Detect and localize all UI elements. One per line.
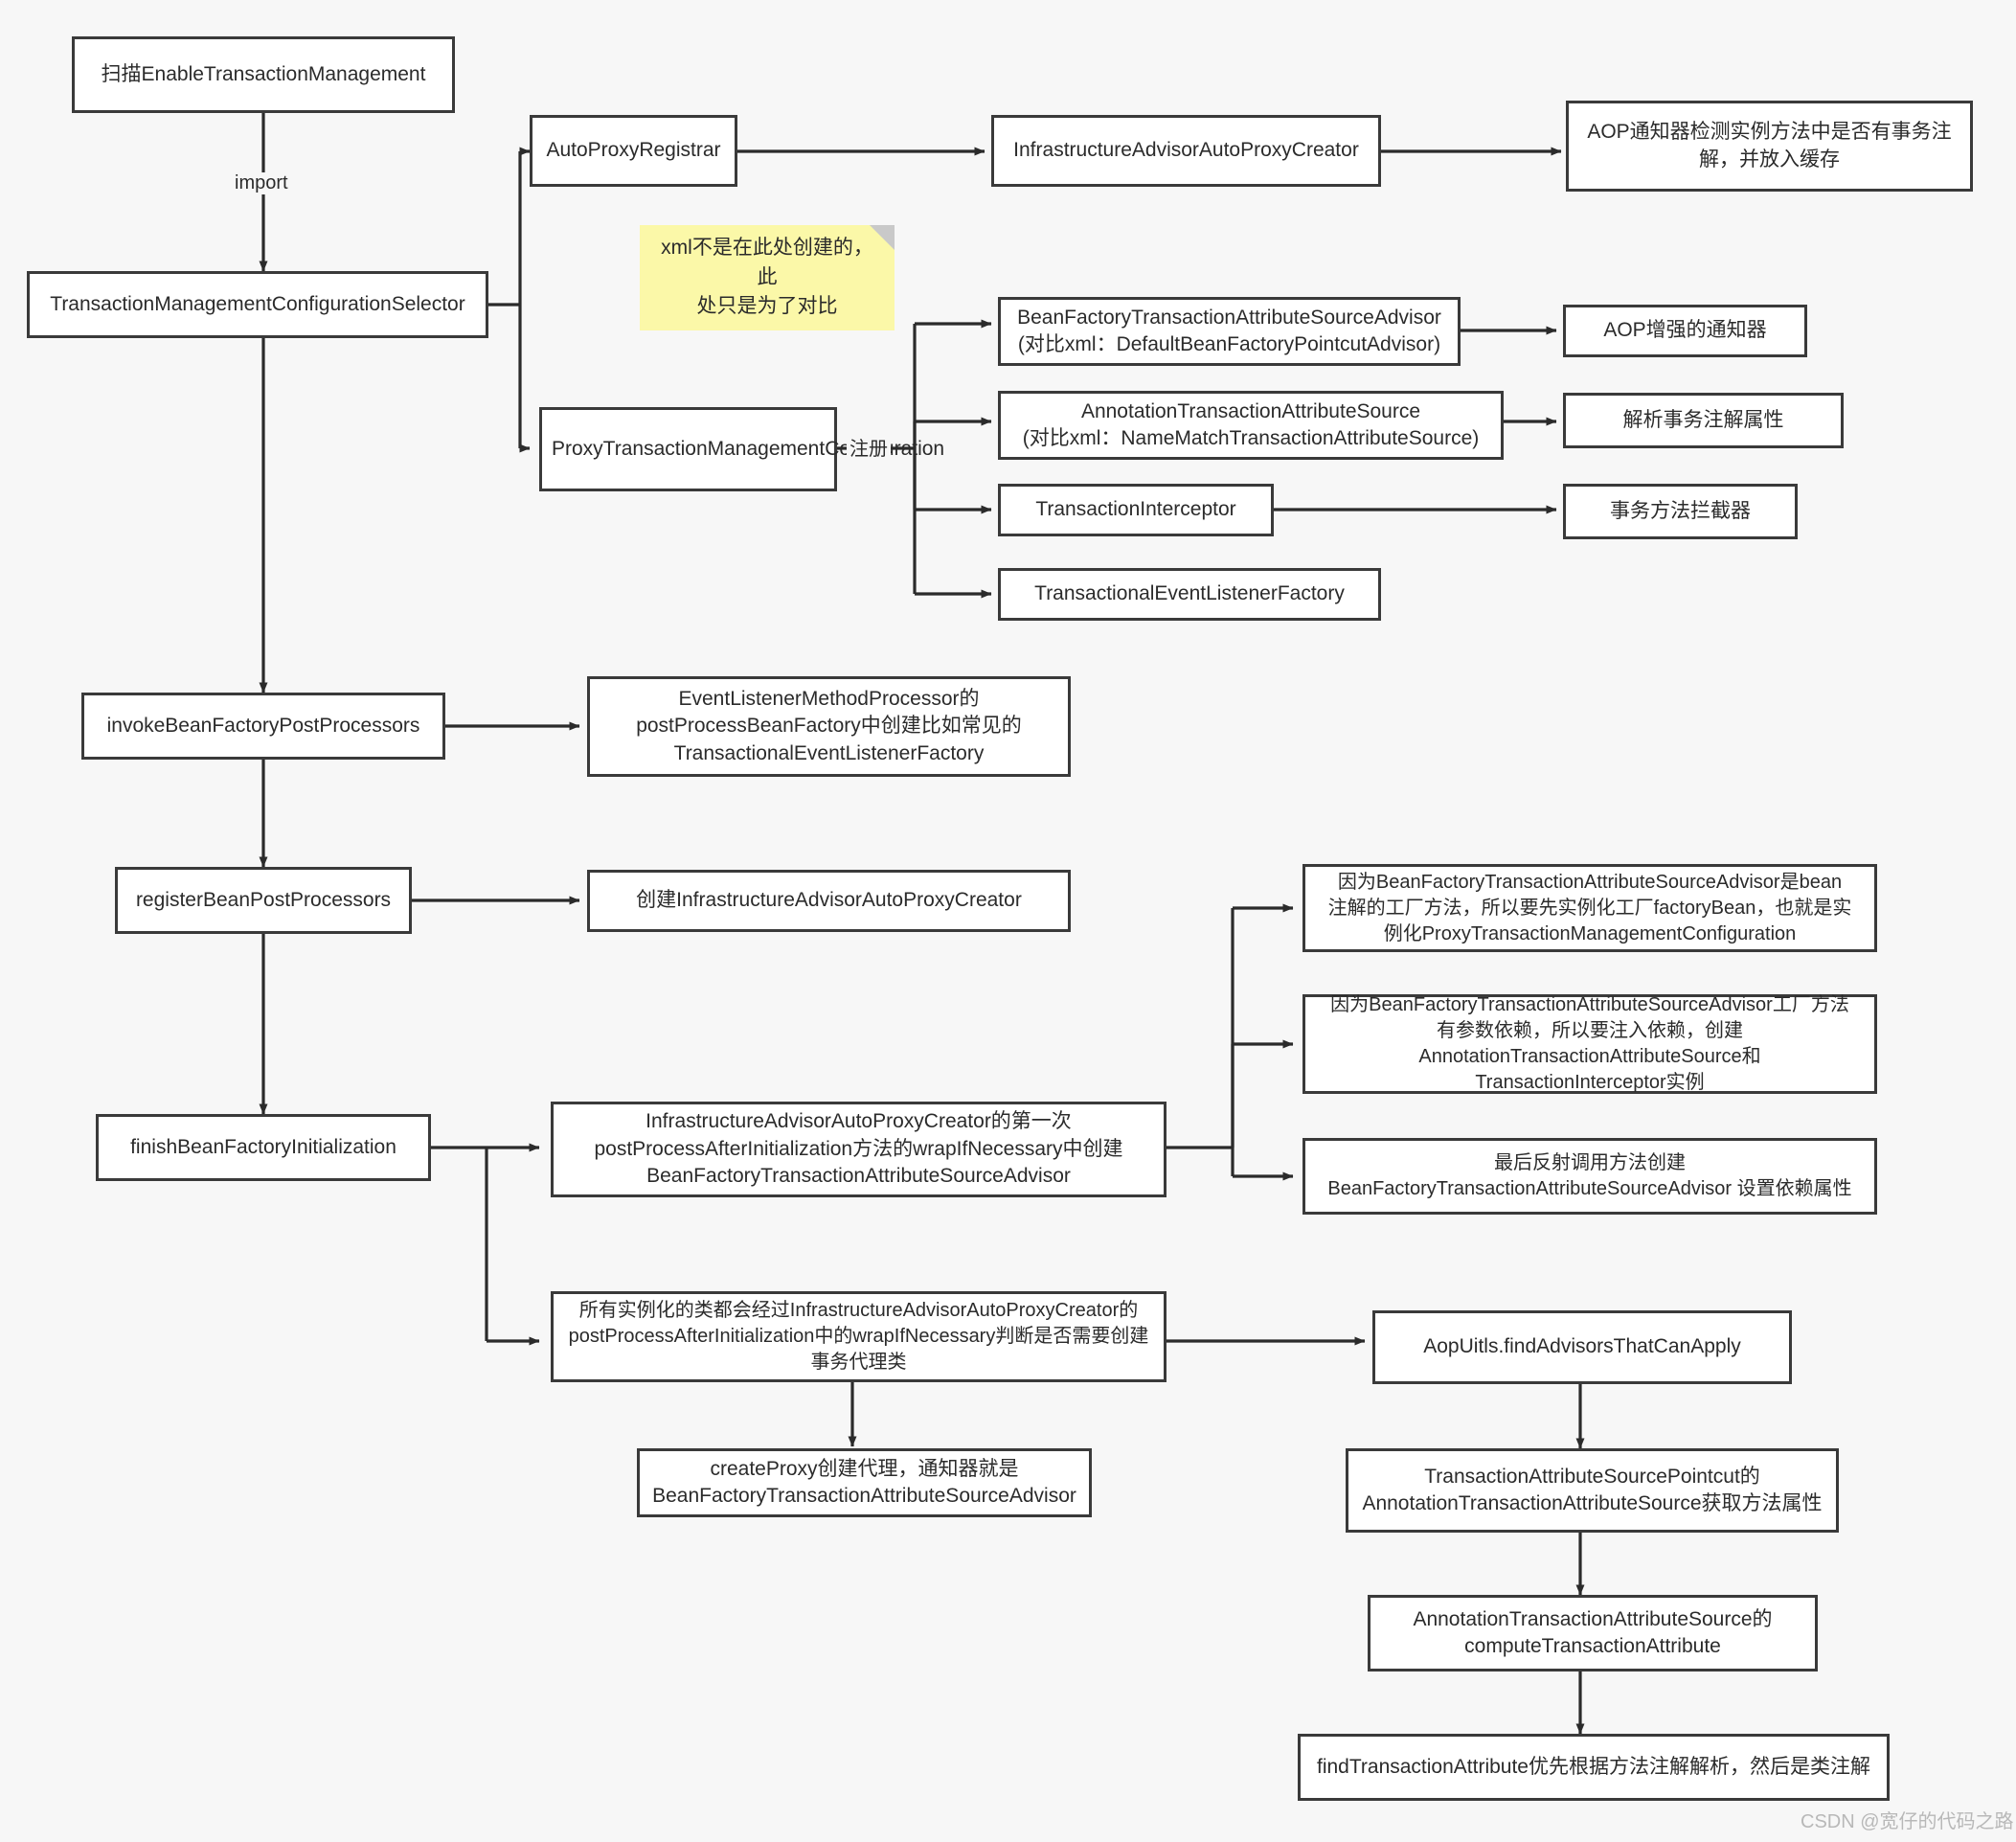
node-create-proxy[interactable]: createProxy创建代理，通知器就是 BeanFactoryTransact… — [637, 1448, 1092, 1517]
node-label: finishBeanFactoryInitialization — [130, 1135, 396, 1158]
node-find-transaction-attribute[interactable]: findTransactionAttribute优先根据方法注解解析，然后是类注… — [1298, 1734, 1890, 1801]
node-label: 事务方法拦截器 — [1610, 499, 1751, 522]
node-infrastructure-advisor-auto-proxy-creator[interactable]: InfrastructureAdvisorAutoProxyCreator — [991, 115, 1381, 187]
node-aop-enhanced-advisor[interactable]: AOP增强的通知器 — [1563, 305, 1807, 357]
node-transaction-attribute-source-pointcut[interactable]: TransactionAttributeSourcePointcut的 Annot… — [1346, 1448, 1839, 1533]
node-transaction-method-interceptor[interactable]: 事务方法拦截器 — [1563, 484, 1798, 539]
edge-label-import: import — [232, 172, 291, 194]
node-label: InfrastructureAdvisorAutoProxyCreator — [1013, 139, 1359, 162]
node-parse-transaction-annotation-attributes[interactable]: 解析事务注解属性 — [1563, 393, 1844, 448]
node-label: AOP通知器检测实例方法中是否有事务注解，并放入缓存 — [1587, 121, 1952, 171]
csdn-watermark: CSDN @宽仔的代码之路 — [1801, 1811, 2014, 1832]
node-label: TransactionManagementConfigurationSelect… — [50, 292, 465, 315]
node-event-listener-method-processor[interactable]: EventListenerMethodProcessor的 postProcess… — [587, 676, 1071, 777]
node-label: 最后反射调用方法创建 BeanFactoryTransactionAttribut… — [1327, 1152, 1852, 1199]
node-label: ProxyTransactionManagementConfiguration — [552, 437, 945, 460]
node-finish-bean-factory-initialization[interactable]: finishBeanFactoryInitialization — [96, 1114, 431, 1181]
node-create-infrastructure-advisor-auto-proxy-creator[interactable]: 创建InfrastructureAdvisorAutoProxyCreator — [587, 870, 1071, 932]
node-label: TransactionAttributeSourcePointcut的 Annot… — [1362, 1465, 1823, 1514]
node-label: TransactionInterceptor — [1035, 498, 1236, 521]
node-label: TransactionalEventListenerFactory — [1034, 582, 1345, 605]
node-label: findTransactionAttribute优先根据方法注解解析，然后是类注… — [1316, 1755, 1870, 1778]
node-label: InfrastructureAdvisorAutoProxyCreator的第一… — [594, 1110, 1123, 1188]
sticky-note-fold-icon — [870, 225, 895, 250]
node-label: AnnotationTransactionAttributeSource (对比x… — [1022, 399, 1480, 449]
sticky-note-label: xml不是在此处创建的，此 处只是为了对比 — [661, 237, 873, 318]
node-first-post-process-after-initialization[interactable]: InfrastructureAdvisorAutoProxyCreator的第一… — [551, 1102, 1167, 1197]
node-label: 所有实例化的类都会经过InfrastructureAdvisorAutoProx… — [568, 1300, 1149, 1373]
node-bean-factory-transaction-attribute-source-advisor[interactable]: BeanFactoryTransactionAttributeSourceAdv… — [998, 297, 1461, 366]
node-label: BeanFactoryTransactionAttributeSourceAdv… — [1017, 306, 1441, 355]
node-aop-utils-find-advisors-that-can-apply[interactable]: AopUitls.findAdvisorsThatCanApply — [1372, 1310, 1792, 1384]
node-label: AopUitls.findAdvisorsThatCanApply — [1423, 1335, 1741, 1358]
node-label: AutoProxyRegistrar — [546, 139, 721, 162]
node-transactional-event-listener-factory[interactable]: TransactionalEventListenerFactory — [998, 568, 1381, 621]
node-scan-enable-transaction-management[interactable]: 扫描EnableTransactionManagement — [72, 36, 455, 113]
node-aop-advisor-detect-annotation[interactable]: AOP通知器检测实例方法中是否有事务注解，并放入缓存 — [1566, 101, 1973, 192]
node-label: AnnotationTransactionAttributeSource的 com… — [1413, 1607, 1773, 1657]
node-label: invokeBeanFactoryPostProcessors — [106, 714, 420, 737]
node-label: 创建InfrastructureAdvisorAutoProxyCreator — [636, 889, 1022, 912]
node-register-bean-post-processors[interactable]: registerBeanPostProcessors — [115, 867, 412, 934]
node-proxy-transaction-management-configuration[interactable]: ProxyTransactionManagementConfiguration — [539, 407, 945, 491]
node-invoke-bean-factory-post-processors[interactable]: invokeBeanFactoryPostProcessors — [81, 693, 445, 760]
node-label: AOP增强的通知器 — [1603, 319, 1767, 342]
node-reason-factory-bean[interactable]: 因为BeanFactoryTransactionAttributeSourceA… — [1302, 864, 1877, 952]
node-transaction-management-configuration-selector[interactable]: TransactionManagementConfigurationSelect… — [27, 271, 488, 338]
edge-label-text: import — [235, 172, 288, 193]
edge-label-register: 注册 — [847, 433, 891, 461]
node-reflection-create-advisor[interactable]: 最后反射调用方法创建 BeanFactoryTransactionAttribut… — [1302, 1138, 1877, 1215]
node-label: EventListenerMethodProcessor的 postProcess… — [636, 687, 1022, 764]
node-label: 解析事务注解属性 — [1622, 408, 1784, 431]
node-transaction-interceptor[interactable]: TransactionInterceptor — [998, 484, 1274, 536]
edge-label-text: 注册 — [849, 439, 888, 460]
node-reason-dependency-injection[interactable]: 因为BeanFactoryTransactionAttributeSourceA… — [1302, 994, 1877, 1094]
node-label: 因为BeanFactoryTransactionAttributeSourceA… — [1330, 994, 1849, 1093]
node-label: registerBeanPostProcessors — [135, 888, 392, 911]
node-label: 扫描EnableTransactionManagement — [101, 62, 426, 85]
node-all-instantiated-classes-wrap-if-necessary[interactable]: 所有实例化的类都会经过InfrastructureAdvisorAutoProx… — [551, 1291, 1167, 1382]
sticky-note-xml-comparison: xml不是在此处创建的，此 处只是为了对比 — [640, 225, 895, 330]
node-label: createProxy创建代理，通知器就是 BeanFactoryTransact… — [652, 1457, 1076, 1507]
flowchart-canvas: 扫描EnableTransactionManagement Transactio… — [0, 0, 2016, 1842]
node-compute-transaction-attribute[interactable]: AnnotationTransactionAttributeSource的 com… — [1368, 1595, 1818, 1671]
node-label: 因为BeanFactoryTransactionAttributeSourceA… — [1327, 871, 1852, 944]
node-auto-proxy-registrar[interactable]: AutoProxyRegistrar — [530, 115, 737, 187]
node-annotation-transaction-attribute-source[interactable]: AnnotationTransactionAttributeSource (对比x… — [998, 391, 1504, 460]
